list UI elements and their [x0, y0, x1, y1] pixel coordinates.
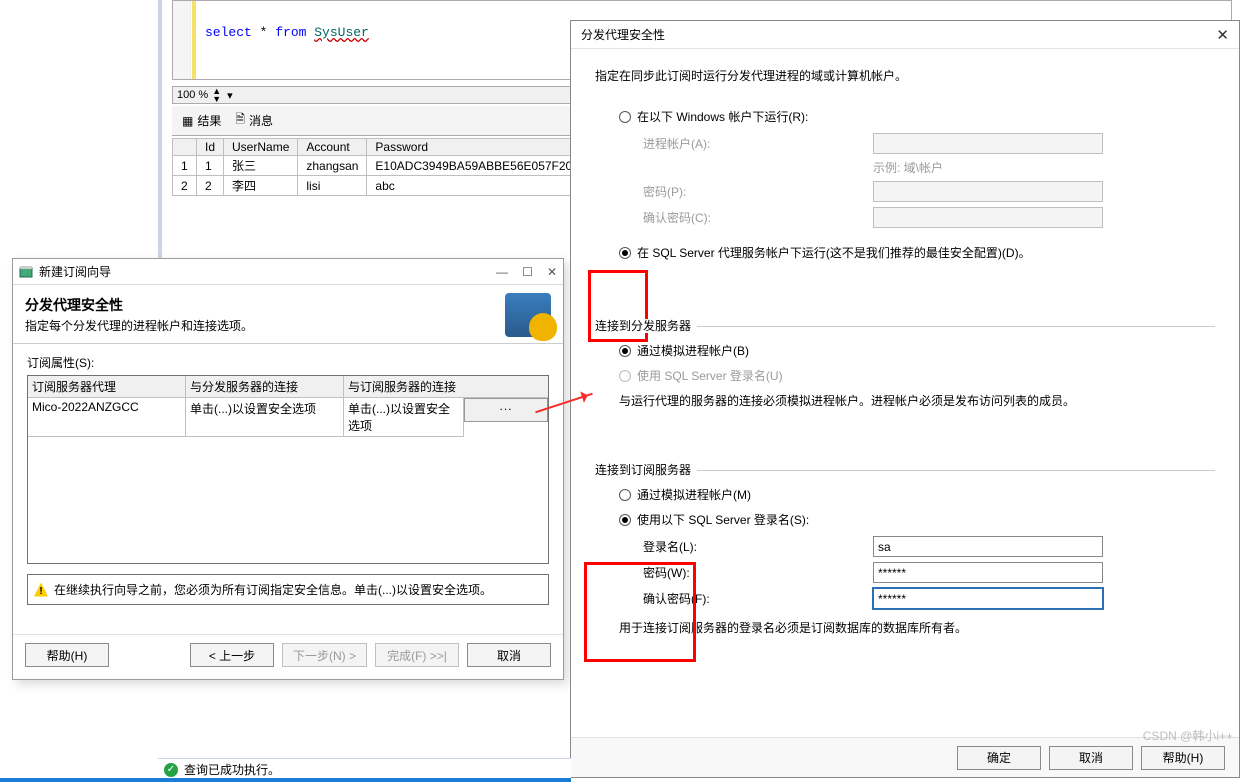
confirm-password-f-input[interactable]: [873, 588, 1103, 609]
subscription-list-label: 订阅属性(S):: [27, 354, 549, 371]
warning-text: 在继续执行向导之前，您必须为所有订阅指定安全信息。单击(...)以设置安全选项。: [54, 581, 492, 598]
radio-icon: [619, 489, 631, 501]
radio-icon: [619, 111, 631, 123]
radio-sub-impersonate[interactable]: 通过模拟进程帐户(M): [595, 486, 1215, 503]
grid-col-sub: 与订阅服务器的连接: [344, 376, 548, 398]
section-subscriber: 连接到订阅服务器: [595, 461, 1215, 478]
example-text: 示例: 域\帐户: [873, 159, 943, 176]
radio-dist-sql-login: 使用 SQL Server 登录名(U): [595, 367, 1215, 384]
radio-run-windows[interactable]: 在以下 Windows 帐户下运行(R):: [595, 108, 1215, 125]
wizard-header: 分发代理安全性 指定每个分发代理的进程帐户和连接选项。: [13, 285, 563, 344]
subscription-wizard-window: 新建订阅向导 — ☐ ✕ 分发代理安全性 指定每个分发代理的进程帐户和连接选项。…: [12, 258, 564, 680]
app-icon: [19, 265, 33, 279]
radio-dist-impersonate[interactable]: 通过模拟进程帐户(B): [595, 342, 1215, 359]
bottom-accent: [0, 778, 571, 782]
distributor-note: 与运行代理的服务器的连接必须模拟进程帐户。进程帐户必须是发布访问列表的成员。: [595, 392, 1215, 409]
next-button: 下一步(N) >: [282, 643, 367, 667]
warning-icon: !: [34, 583, 48, 597]
watermark: CSDN @韩小i++: [1143, 727, 1233, 744]
subscriber-note: 用于连接订阅服务器的登录名必须是订阅数据库的数据库所有者。: [595, 619, 1215, 636]
grid-row[interactable]: Mico-2022ANZGCC 单击(...)以设置安全选项 单击(...)以设…: [28, 398, 548, 437]
wizard-subheading: 指定每个分发代理的进程帐户和连接选项。: [25, 317, 253, 334]
wizard-titlebar[interactable]: 新建订阅向导 — ☐ ✕: [13, 259, 563, 285]
password-w-input[interactable]: [873, 562, 1103, 583]
warning-box: ! 在继续执行向导之前，您必须为所有订阅指定安全信息。单击(...)以设置安全选…: [27, 574, 549, 605]
help-button[interactable]: 帮助(H): [1141, 746, 1225, 770]
dialog-titlebar[interactable]: 分发代理安全性 ✕: [571, 21, 1239, 49]
dialog-footer: 确定 取消 帮助(H): [571, 737, 1239, 777]
wizard-title: 新建订阅向导: [39, 263, 111, 280]
status-text: 查询已成功执行。: [184, 761, 280, 778]
section-distributor: 连接到分发服务器: [595, 317, 1215, 334]
radio-sub-sql-login[interactable]: 使用以下 SQL Server 登录名(S):: [595, 511, 1215, 528]
password-w-label: 密码(W):: [643, 564, 873, 581]
dialog-description: 指定在同步此订阅时运行分发代理进程的域或计算机帐户。: [595, 67, 1215, 84]
close-icon[interactable]: ✕: [1216, 26, 1229, 44]
login-label: 登录名(L):: [643, 538, 873, 555]
msg-icon: 🗎: [235, 110, 245, 131]
tab-message[interactable]: 🗎消息: [229, 108, 279, 133]
radio-icon: [619, 345, 631, 357]
radio-icon: [619, 247, 631, 259]
process-account-label: 进程帐户(A):: [643, 135, 873, 152]
dialog-title: 分发代理安全性: [581, 26, 665, 43]
grid-empty-area: [28, 437, 548, 563]
help-button[interactable]: 帮助(H): [25, 643, 109, 667]
confirm-password-label: 确认密码(C):: [643, 209, 873, 226]
wizard-footer: 帮助(H) < 上一步 下一步(N) > 完成(F) >>| 取消: [13, 634, 563, 679]
wizard-header-icon: [505, 293, 551, 337]
status-bar: ✓ 查询已成功执行。: [158, 758, 571, 780]
zoom-arrows[interactable]: ▲▼: [212, 87, 221, 103]
zoom-value: 100 %: [177, 89, 208, 101]
subscription-grid[interactable]: 订阅服务器代理 与分发服务器的连接 与订阅服务器的连接 Mico-2022ANZ…: [27, 375, 549, 564]
cancel-button[interactable]: 取消: [1049, 746, 1133, 770]
radio-icon: [619, 514, 631, 526]
line-gutter: [173, 1, 191, 79]
wizard-heading: 分发代理安全性: [25, 295, 253, 315]
radio-icon: [619, 370, 631, 382]
confirm-password-f-label: 确认密码(F):: [643, 590, 873, 607]
radio-run-sql-agent[interactable]: 在 SQL Server 代理服务帐户下运行(这不是我们推荐的最佳安全配置)(D…: [595, 244, 1215, 261]
grid-col-agent: 订阅服务器代理: [28, 376, 186, 398]
grid-icon: ▦: [182, 114, 193, 128]
confirm-password-input: [873, 207, 1103, 228]
change-marker: [192, 1, 196, 79]
success-icon: ✓: [164, 763, 178, 777]
process-account-input: [873, 133, 1103, 154]
grid-col-dist: 与分发服务器的连接: [186, 376, 344, 398]
login-input[interactable]: [873, 536, 1103, 557]
security-dialog: 分发代理安全性 ✕ 指定在同步此订阅时运行分发代理进程的域或计算机帐户。 在以下…: [570, 20, 1240, 778]
ok-button[interactable]: 确定: [957, 746, 1041, 770]
close-button[interactable]: ✕: [547, 265, 557, 279]
password-input: [873, 181, 1103, 202]
cancel-button[interactable]: 取消: [467, 643, 551, 667]
minimize-button[interactable]: —: [496, 265, 508, 279]
tab-result[interactable]: ▦结果: [176, 108, 227, 133]
prev-button[interactable]: < 上一步: [190, 643, 274, 667]
maximize-button[interactable]: ☐: [522, 265, 533, 279]
sql-text[interactable]: select * from SysUser: [205, 25, 369, 40]
password-label: 密码(P):: [643, 183, 873, 200]
finish-button: 完成(F) >>|: [375, 643, 459, 667]
